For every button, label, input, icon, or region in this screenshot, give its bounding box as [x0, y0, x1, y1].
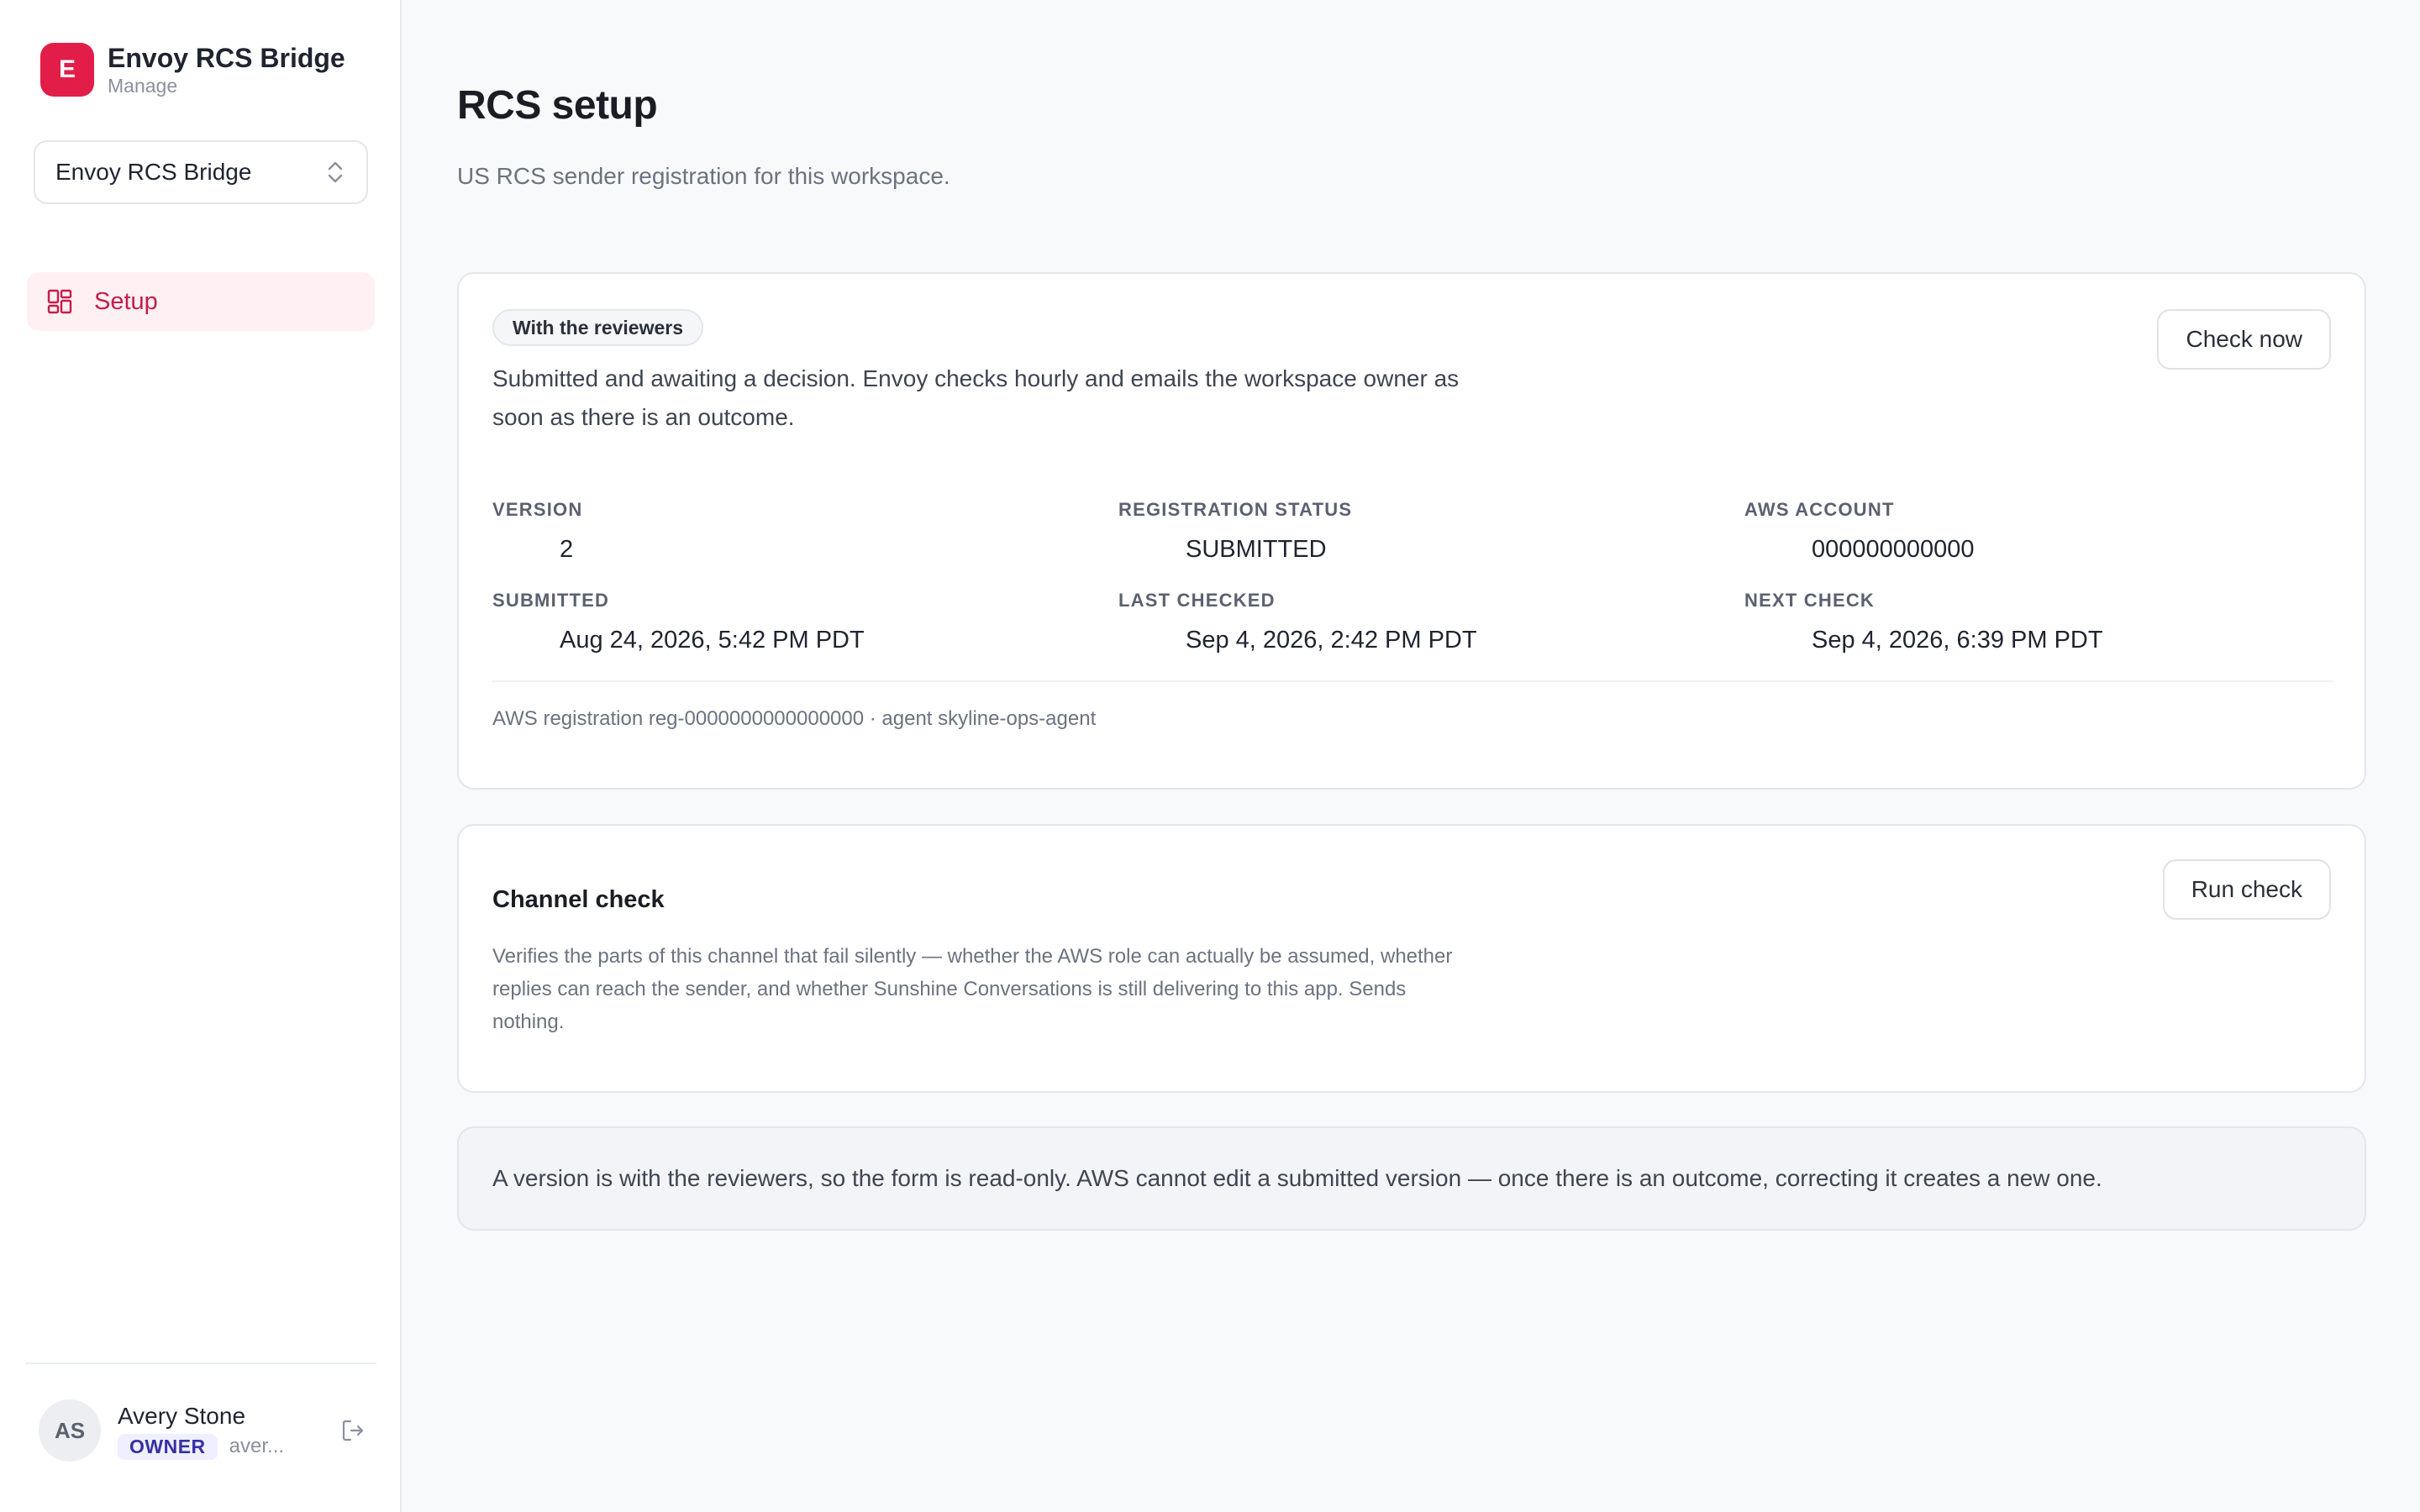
- user-profile: AS Avery Stone OWNER aver...: [39, 1399, 366, 1462]
- field-last-checked: LAST CHECKED Sep 4, 2026, 2:42 PM PDT: [1118, 590, 1707, 654]
- brand-name: Envoy RCS Bridge: [108, 43, 345, 73]
- registration-details: VERSION 2 REGISTRATION STATUS SUBMITTED …: [492, 499, 2333, 692]
- grid-icon: [47, 289, 72, 314]
- status-badge: With the reviewers: [492, 309, 704, 346]
- workspace-select[interactable]: Envoy RCS Bridge: [34, 140, 368, 204]
- main-content: RCS setup US RCS sender registration for…: [402, 0, 2420, 1512]
- sidebar-divider: [25, 1362, 376, 1364]
- brand: E Envoy RCS Bridge Manage: [40, 42, 345, 97]
- workspace-select-value: Envoy RCS Bridge: [55, 159, 252, 185]
- run-check-button[interactable]: Run check: [2162, 859, 2331, 920]
- brand-subtitle: Manage: [108, 75, 178, 97]
- aws-registration-info: AWS registration reg-0000000000000000 · …: [492, 707, 1097, 730]
- field-label: SUBMITTED: [492, 590, 610, 611]
- field-version: VERSION 2: [492, 499, 1081, 564]
- field-next-check: NEXT CHECK Sep 4, 2026, 6:39 PM PDT: [1744, 590, 2333, 654]
- avatar: AS: [39, 1399, 101, 1462]
- check-now-button[interactable]: Check now: [2157, 309, 2331, 370]
- user-name: Avery Stone: [118, 1402, 246, 1429]
- field-value: 000000000000: [1812, 536, 1975, 563]
- field-value: Sep 4, 2026, 2:42 PM PDT: [1186, 627, 1477, 654]
- field-value: 2: [560, 536, 574, 563]
- field-value: SUBMITTED: [1186, 536, 1327, 563]
- channel-check-card: Channel check Verifies the parts of this…: [457, 824, 2366, 1093]
- field-value: Aug 24, 2026, 5:42 PM PDT: [560, 627, 865, 654]
- field-label: AWS ACCOUNT: [1744, 499, 1895, 520]
- brand-text: Envoy RCS Bridge Manage: [108, 42, 345, 97]
- field-label: NEXT CHECK: [1744, 590, 1876, 611]
- brand-logo: E: [40, 43, 94, 97]
- sidebar-item-setup[interactable]: Setup: [27, 272, 375, 331]
- field-label: VERSION: [492, 499, 583, 520]
- sidebar-item-label: Setup: [94, 287, 158, 315]
- user-meta: Avery Stone OWNER aver...: [118, 1402, 323, 1460]
- chevron-up-down-icon: [328, 161, 343, 183]
- status-description: Submitted and awaiting a decision. Envoy…: [492, 365, 1460, 430]
- user-email: aver...: [229, 1435, 285, 1457]
- field-label: LAST CHECKED: [1118, 590, 1276, 611]
- field-registration-status: REGISTRATION STATUS SUBMITTED: [1118, 499, 1707, 564]
- page-subtitle: US RCS sender registration for this work…: [457, 163, 950, 189]
- field-aws-account: AWS ACCOUNT 000000000000: [1744, 499, 2333, 564]
- field-label: REGISTRATION STATUS: [1118, 499, 1353, 520]
- field-submitted: SUBMITTED Aug 24, 2026, 5:42 PM PDT: [492, 590, 1081, 654]
- page-title: RCS setup: [457, 83, 658, 128]
- user-line: OWNER aver...: [118, 1433, 323, 1460]
- app-root: E Envoy RCS Bridge Manage Envoy RCS Brid…: [0, 0, 2420, 1512]
- sidebar: E Envoy RCS Bridge Manage Envoy RCS Brid…: [0, 0, 402, 1512]
- registration-status-card: With the reviewers Submitted and awaitin…: [457, 272, 2366, 790]
- logout-icon[interactable]: [339, 1417, 366, 1444]
- channel-check-description: Verifies the parts of this channel that …: [492, 945, 1453, 1033]
- read-only-notice-text: A version is with the reviewers, so the …: [492, 1165, 2102, 1191]
- read-only-notice: A version is with the reviewers, so the …: [457, 1126, 2366, 1231]
- field-value: Sep 4, 2026, 6:39 PM PDT: [1812, 627, 2103, 654]
- channel-check-title: Channel check: [492, 886, 665, 913]
- card-divider: [492, 680, 2333, 682]
- role-badge: OWNER: [118, 1433, 218, 1460]
